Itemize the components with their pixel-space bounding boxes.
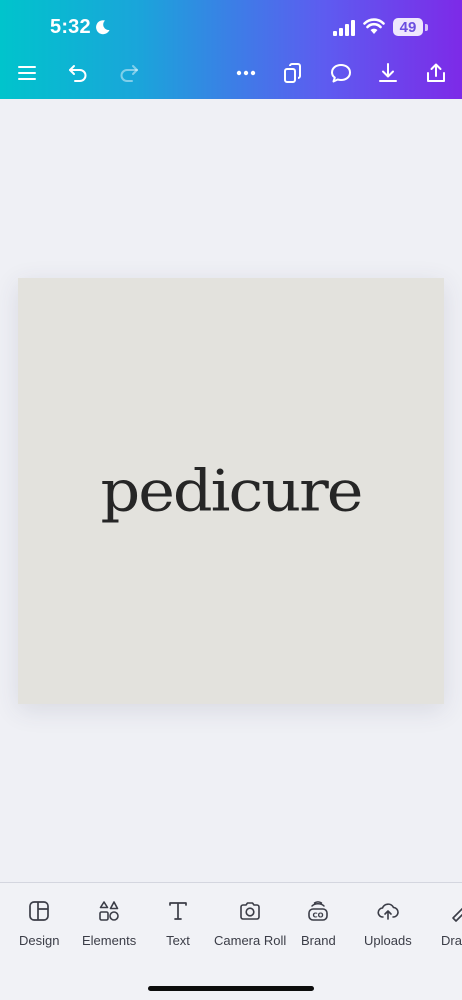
download-icon <box>379 63 397 82</box>
design-canvas[interactable]: pedicure <box>18 278 444 704</box>
pages-icon <box>284 63 301 83</box>
nav-draw[interactable]: Dra <box>441 899 462 959</box>
nav-label: Design <box>19 933 60 948</box>
nav-label: Uploads <box>364 933 412 948</box>
battery-level: 49 <box>399 18 417 36</box>
brand-icon: CO <box>308 901 329 921</box>
status-bar: 5:32 49 <box>0 0 462 56</box>
pages-button[interactable] <box>278 58 308 88</box>
text-icon <box>169 902 187 920</box>
bottom-nav: Design Elements Text Camera Roll CO Bran… <box>0 882 462 1000</box>
more-icon <box>236 70 256 76</box>
nav-brand[interactable]: CO Brand <box>301 899 336 959</box>
menu-icon <box>18 66 36 80</box>
nav-label: Text <box>166 933 190 948</box>
nav-elements[interactable]: Elements <box>82 899 136 959</box>
nav-camera-roll[interactable]: Camera Roll <box>214 899 286 959</box>
share-button[interactable] <box>421 58 451 88</box>
battery-indicator: 49 <box>393 18 423 36</box>
camera-icon <box>240 902 260 920</box>
nav-label: Camera Roll <box>214 933 287 948</box>
nav-label: Dra <box>441 933 462 948</box>
uploads-icon <box>377 903 399 920</box>
nav-design[interactable]: Design <box>19 899 59 959</box>
menu-button[interactable] <box>12 58 42 88</box>
svg-text:CO: CO <box>313 912 324 920</box>
comment-icon <box>331 64 351 83</box>
undo-icon <box>69 65 87 82</box>
nav-label: Elements <box>82 933 137 948</box>
nav-uploads[interactable]: Uploads <box>364 899 412 959</box>
design-icon <box>29 901 50 921</box>
top-bar: 5:32 49 <box>0 0 462 99</box>
home-indicator <box>148 986 314 991</box>
status-time: 5:32 <box>50 16 91 38</box>
battery-cap <box>425 24 428 31</box>
share-icon <box>427 63 445 82</box>
nav-text[interactable]: Text <box>166 899 190 959</box>
nav-label: Brand <box>301 933 336 948</box>
draw-icon <box>452 907 462 922</box>
undo-button[interactable] <box>63 58 93 88</box>
download-button[interactable] <box>373 58 403 88</box>
comment-button[interactable] <box>326 58 356 88</box>
canvas-text[interactable]: pedicure <box>18 457 444 524</box>
more-button[interactable] <box>231 58 261 88</box>
elements-icon <box>99 901 119 921</box>
redo-icon <box>120 65 138 82</box>
signal-icon <box>333 20 355 36</box>
moon-icon <box>96 20 110 35</box>
wifi-icon <box>363 18 385 34</box>
redo-button[interactable] <box>114 58 144 88</box>
